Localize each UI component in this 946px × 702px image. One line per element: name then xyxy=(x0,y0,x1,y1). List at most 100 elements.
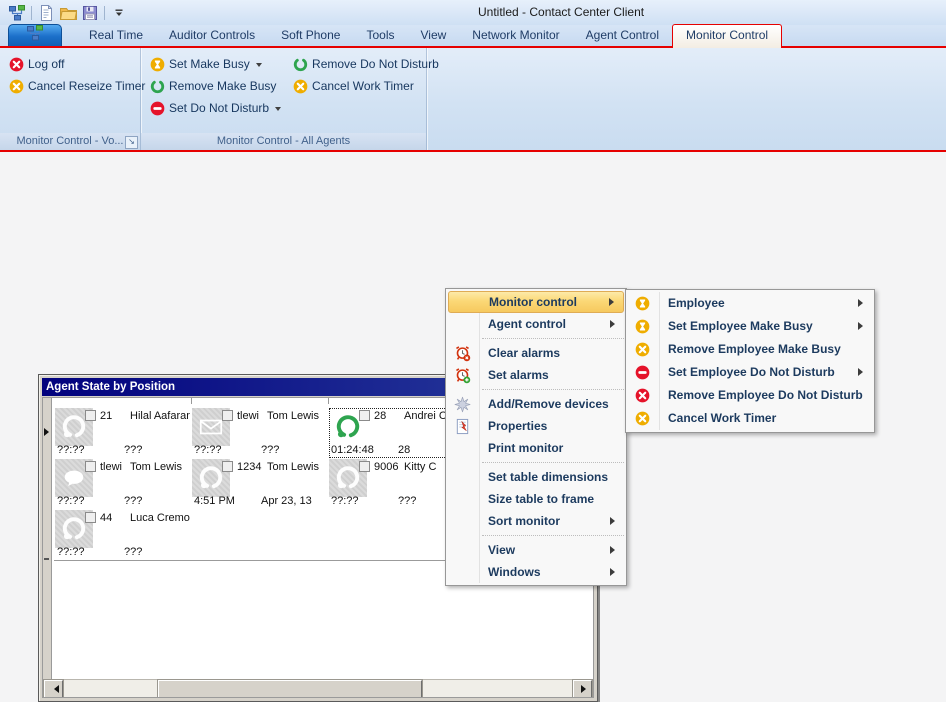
tab-auditor-controls[interactable]: Auditor Controls xyxy=(156,25,268,46)
tab-network-monitor[interactable]: Network Monitor xyxy=(459,25,572,46)
set-make-busy-button[interactable]: Set Make Busy xyxy=(146,53,285,75)
dialog-launcher-icon[interactable]: ↘ xyxy=(125,136,138,149)
menu-item-remove-employee-do-not-disturb[interactable]: Remove Employee Do Not Disturb xyxy=(626,384,874,407)
agent-name: Tom Lewis xyxy=(267,461,327,473)
application-menu-button[interactable] xyxy=(8,24,62,46)
scrollbar-thumb[interactable] xyxy=(158,680,422,698)
agent-id: 44 xyxy=(100,512,112,524)
window-title: Untitled - Contact Center Client xyxy=(478,5,644,19)
agent-checkbox[interactable] xyxy=(359,410,370,421)
menu-item-set-table-dimensions[interactable]: Set table dimensions xyxy=(446,466,626,488)
agent-id: 21 xyxy=(100,410,112,422)
tab-soft-phone[interactable]: Soft Phone xyxy=(268,25,353,46)
menu-item-set-employee-make-busy[interactable]: Set Employee Make Busy xyxy=(626,315,874,338)
menu-item-label: Print monitor xyxy=(488,441,563,455)
submenu-arrow-icon xyxy=(609,298,618,306)
circle-yellow-x-icon xyxy=(293,79,308,94)
menu-separator xyxy=(482,338,624,339)
button-label: Cancel Reseize Timer xyxy=(28,79,145,93)
menu-item-windows[interactable]: Windows xyxy=(446,561,626,583)
menu-item-clear-alarms[interactable]: Clear alarms xyxy=(446,342,626,364)
tab-monitor-control[interactable]: Monitor Control xyxy=(672,24,782,48)
menu-item-employee[interactable]: Employee xyxy=(626,292,874,315)
scroll-right-button[interactable] xyxy=(573,680,592,698)
dropdown-caret-icon xyxy=(275,107,281,114)
menu-item-properties[interactable]: Properties xyxy=(446,415,626,437)
agent-id: 1234 xyxy=(237,461,261,473)
new-document-icon[interactable] xyxy=(35,3,57,23)
agent-checkbox[interactable] xyxy=(85,461,96,472)
button-label: Remove Make Busy xyxy=(169,79,276,93)
agent-cell-empty[interactable] xyxy=(191,509,329,561)
menu-item-label: Remove Employee Do Not Disturb xyxy=(668,388,863,402)
button-label: Log off xyxy=(28,57,64,71)
qat-customize-icon[interactable] xyxy=(108,3,130,23)
circle-red-minus-icon xyxy=(634,364,651,381)
set-do-not-disturb-button[interactable]: Set Do Not Disturb xyxy=(146,97,285,119)
tab-view[interactable]: View xyxy=(407,25,459,46)
agent-state-time: ??:?? xyxy=(57,546,85,558)
agent-name: Hilal Aafaran xyxy=(130,410,190,422)
menu-item-cancel-work-timer[interactable]: Cancel Work Timer xyxy=(626,407,874,430)
menu-item-add-remove-devices[interactable]: Add/Remove devices xyxy=(446,393,626,415)
dropdown-caret-icon xyxy=(256,63,262,70)
alarm-clear-icon xyxy=(454,345,471,362)
menu-item-sort-monitor[interactable]: Sort monitor xyxy=(446,510,626,532)
cancel-reseize-timer-button[interactable]: Cancel Reseize Timer xyxy=(5,75,149,97)
menu-item-label: Employee xyxy=(668,296,725,310)
menu-item-view[interactable]: View xyxy=(446,539,626,561)
agent-cell-tlewi-tom-lewis[interactable]: tlewiTom Lewis??:????? xyxy=(191,407,329,459)
menu-item-size-table-to-frame[interactable]: Size table to frame xyxy=(446,488,626,510)
menu-separator xyxy=(482,462,624,463)
contact-center-client-app: Untitled - Contact Center Client Real Ti… xyxy=(0,0,946,660)
menu-item-label: Properties xyxy=(488,419,547,433)
submenu-arrow-icon xyxy=(858,322,867,330)
agent-cell-tlewi-tom-lewis[interactable]: tlewiTom Lewis??:????? xyxy=(54,458,192,510)
agent-state-time: 01:24:48 xyxy=(331,444,374,456)
agent-checkbox[interactable] xyxy=(222,461,233,472)
menu-item-label: Set alarms xyxy=(488,368,549,382)
submenu-arrow-icon xyxy=(858,299,867,307)
agent-cell-1234-tom-lewis[interactable]: 1234Tom Lewis4:51 PMApr 23, 13 xyxy=(191,458,329,510)
menu-separator xyxy=(482,535,624,536)
context-menu: Monitor controlAgent control Clear alarms… xyxy=(445,288,627,586)
toolbar-separator xyxy=(31,6,32,20)
menu-item-agent-control[interactable]: Agent control xyxy=(446,313,626,335)
log-off-button[interactable]: Log off xyxy=(5,53,149,75)
column-tick xyxy=(328,398,329,404)
button-label: Set Make Busy xyxy=(169,57,250,71)
menu-item-print-monitor[interactable]: Print monitor xyxy=(446,437,626,459)
circle-yellow-x-icon xyxy=(634,341,651,358)
menu-item-set-employee-do-not-disturb[interactable]: Set Employee Do Not Disturb xyxy=(626,361,874,384)
open-folder-icon[interactable] xyxy=(57,3,79,23)
remove-make-busy-button[interactable]: Remove Make Busy xyxy=(146,75,285,97)
tab-real-time[interactable]: Real Time xyxy=(76,25,156,46)
envelope-icon xyxy=(197,413,225,441)
agent-state-value: ??? xyxy=(261,444,279,456)
agent-id: tlewi xyxy=(100,461,122,473)
circle-yellow-hourglass-icon xyxy=(634,318,651,335)
agent-state-value: ??? xyxy=(124,444,142,456)
tab-agent-control[interactable]: Agent Control xyxy=(573,25,672,46)
ribbon-group-label-text: Monitor Control - Vo... xyxy=(17,135,124,147)
horizontal-scrollbar[interactable] xyxy=(43,679,593,697)
agent-checkbox[interactable] xyxy=(85,512,96,523)
tab-tools[interactable]: Tools xyxy=(353,25,407,46)
ribbon-group-label: Monitor Control - Vo...↘ xyxy=(0,133,140,150)
agent-checkbox[interactable] xyxy=(359,461,370,472)
app-logo-icon[interactable] xyxy=(6,3,28,23)
agent-cell-44-luca-cremor[interactable]: 44Luca Cremor??:????? xyxy=(54,509,192,561)
menu-item-remove-employee-make-busy[interactable]: Remove Employee Make Busy xyxy=(626,338,874,361)
menu-item-set-alarms[interactable]: Set alarms xyxy=(446,364,626,386)
remove-do-not-disturb-button[interactable]: Remove Do Not Disturb xyxy=(289,53,443,75)
agent-checkbox[interactable] xyxy=(85,410,96,421)
current-row-marker xyxy=(44,428,53,436)
menu-item-monitor-control[interactable]: Monitor control xyxy=(448,291,624,313)
agent-checkbox[interactable] xyxy=(222,410,233,421)
scroll-left-button[interactable] xyxy=(44,680,63,698)
save-icon[interactable] xyxy=(79,3,101,23)
agent-cell-21-hilal-aafaran[interactable]: 21Hilal Aafaran??:????? xyxy=(54,407,192,459)
cancel-work-timer-button[interactable]: Cancel Work Timer xyxy=(289,75,443,97)
agent-state-time: ??:?? xyxy=(331,495,359,507)
submenu-arrow-icon xyxy=(610,546,619,554)
